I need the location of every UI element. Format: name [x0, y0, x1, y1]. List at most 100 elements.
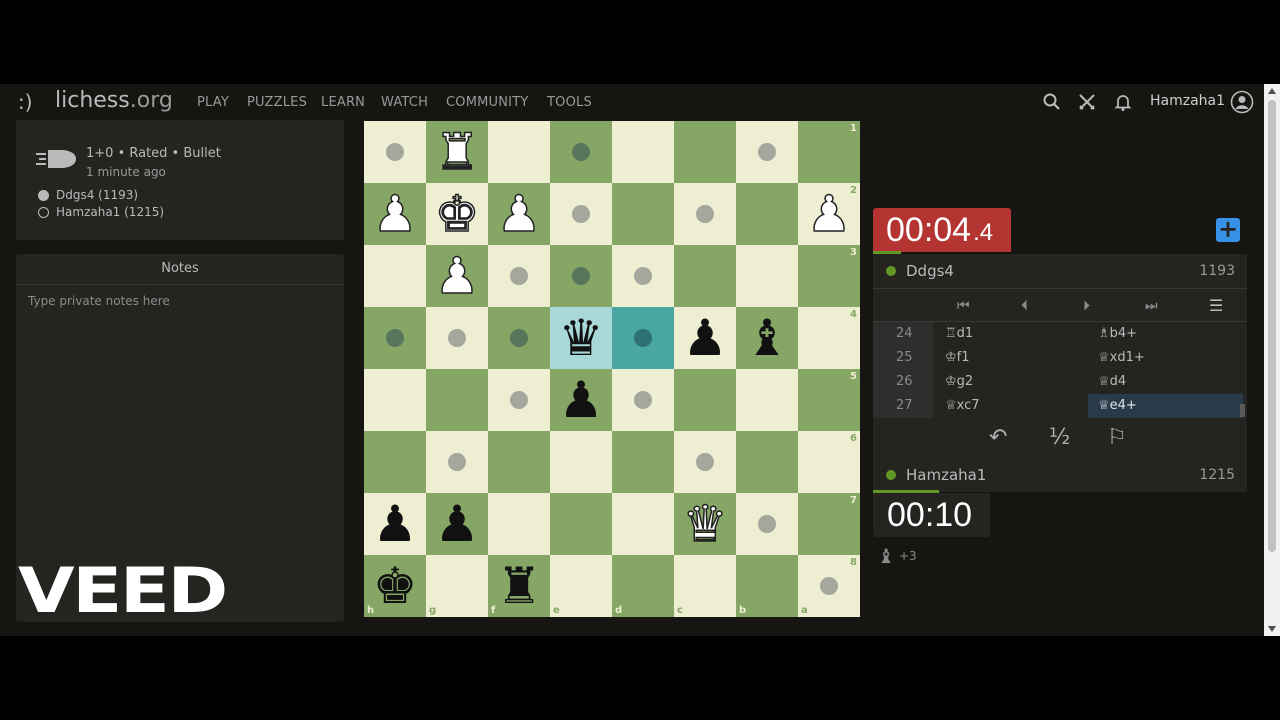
black-king[interactable]: ♚: [364, 555, 426, 617]
square-c4[interactable]: ♟: [674, 307, 736, 369]
white-move[interactable]: ♔g2: [935, 370, 1085, 394]
chess-board[interactable]: ♜ 1 ♟ ♚ ♟ 2 ♟ ♟ 3 ♛ ♟ ♝ 4 ♟ 5 6 ♟ ♟ ♛ 7 h ♚ g f ♜ e d c b 8 a: [364, 121, 860, 617]
move-hint-dot[interactable]: [634, 267, 652, 285]
square-a2[interactable]: 2 ♟: [798, 183, 860, 245]
game-player-white[interactable]: Hamzaha1 (1215): [38, 205, 164, 219]
site-logo-icon[interactable]: :): [18, 90, 33, 114]
notes-textarea[interactable]: Type private notes here: [28, 294, 170, 308]
square-d2[interactable]: [612, 183, 674, 245]
square-b5[interactable]: [736, 369, 798, 431]
move-hint-dot[interactable]: [572, 205, 590, 223]
offer-draw-button[interactable]: ½: [1049, 425, 1070, 450]
move-hint-dot[interactable]: [448, 453, 466, 471]
white-pawn[interactable]: ♟: [426, 245, 488, 307]
black-move[interactable]: ♕d4: [1088, 370, 1243, 394]
nav-puzzles[interactable]: PUZZLES: [247, 95, 307, 110]
scrollbar-thumb[interactable]: [1268, 100, 1276, 552]
square-e3[interactable]: [550, 245, 612, 307]
square-d6[interactable]: [612, 431, 674, 493]
move-hint-dot[interactable]: [510, 329, 528, 347]
square-d1[interactable]: [612, 121, 674, 183]
black-pawn[interactable]: ♟: [674, 307, 736, 369]
square-h2[interactable]: ♟: [364, 183, 426, 245]
page-scrollbar[interactable]: [1264, 84, 1280, 636]
move-hint-dot[interactable]: [820, 577, 838, 595]
black-pawn[interactable]: ♟: [550, 369, 612, 431]
prev-move-icon[interactable]: ⏴: [1021, 298, 1028, 314]
square-g3[interactable]: ♟: [426, 245, 488, 307]
add-time-button[interactable]: +: [1216, 217, 1240, 242]
square-a7[interactable]: 7: [798, 493, 860, 555]
square-a5[interactable]: 5: [798, 369, 860, 431]
move-hint-dot[interactable]: [634, 391, 652, 409]
square-b6[interactable]: [736, 431, 798, 493]
move-hint-dot[interactable]: [634, 329, 652, 347]
square-f1[interactable]: [488, 121, 550, 183]
player-name[interactable]: Hamzaha1: [906, 466, 986, 484]
first-move-icon[interactable]: ⏮: [957, 298, 970, 314]
resign-flag-icon[interactable]: ⚐: [1107, 425, 1127, 450]
square-e8[interactable]: e: [550, 555, 612, 617]
move-hint-dot[interactable]: [386, 143, 404, 161]
square-b4[interactable]: ♝: [736, 307, 798, 369]
white-move[interactable]: ♕xc7: [935, 394, 1085, 418]
square-f7[interactable]: [488, 493, 550, 555]
white-pawn[interactable]: ♟: [798, 183, 860, 245]
square-f6[interactable]: [488, 431, 550, 493]
black-rook[interactable]: ♜: [488, 555, 550, 617]
challenge-swords-icon[interactable]: [1077, 92, 1097, 112]
scroll-up-icon[interactable]: [1268, 88, 1276, 94]
nav-play[interactable]: PLAY: [197, 95, 229, 110]
square-e2[interactable]: [550, 183, 612, 245]
move-hint-dot[interactable]: [386, 329, 404, 347]
square-f5[interactable]: [488, 369, 550, 431]
next-move-icon[interactable]: ⏵: [1083, 298, 1090, 314]
white-king[interactable]: ♚: [426, 183, 488, 245]
square-g7[interactable]: ♟: [426, 493, 488, 555]
square-h7[interactable]: ♟: [364, 493, 426, 555]
game-player-black[interactable]: Ddgs4 (1193): [38, 188, 138, 202]
square-b1[interactable]: [736, 121, 798, 183]
square-a3[interactable]: 3: [798, 245, 860, 307]
square-g6[interactable]: [426, 431, 488, 493]
square-a4[interactable]: 4: [798, 307, 860, 369]
scroll-down-icon[interactable]: [1268, 626, 1276, 632]
move-hint-dot[interactable]: [758, 515, 776, 533]
square-b8[interactable]: b: [736, 555, 798, 617]
opponent-name[interactable]: Ddgs4: [906, 262, 954, 280]
move-hint-dot[interactable]: [448, 329, 466, 347]
square-f3[interactable]: [488, 245, 550, 307]
last-move-icon[interactable]: ⏭: [1145, 298, 1158, 314]
move-hint-dot[interactable]: [572, 143, 590, 161]
nav-learn[interactable]: LEARN: [321, 95, 365, 110]
square-d4[interactable]: [612, 307, 674, 369]
black-move[interactable]: ♕xd1+: [1088, 346, 1243, 370]
square-g1[interactable]: ♜: [426, 121, 488, 183]
square-d7[interactable]: [612, 493, 674, 555]
square-c5[interactable]: [674, 369, 736, 431]
square-e4[interactable]: ♛: [550, 307, 612, 369]
square-d3[interactable]: [612, 245, 674, 307]
square-g5[interactable]: [426, 369, 488, 431]
square-h8[interactable]: h ♚: [364, 555, 426, 617]
nav-community[interactable]: COMMUNITY: [446, 95, 529, 110]
square-f4[interactable]: [488, 307, 550, 369]
square-h1[interactable]: [364, 121, 426, 183]
move-list-scrollbar[interactable]: [1240, 404, 1245, 417]
square-e5[interactable]: ♟: [550, 369, 612, 431]
move-hint-dot[interactable]: [758, 143, 776, 161]
square-e7[interactable]: [550, 493, 612, 555]
square-b3[interactable]: [736, 245, 798, 307]
user-menu[interactable]: Hamzaha1: [1150, 93, 1225, 109]
square-e1[interactable]: [550, 121, 612, 183]
move-hint-dot[interactable]: [696, 453, 714, 471]
move-hint-dot[interactable]: [572, 267, 590, 285]
square-g2[interactable]: ♚: [426, 183, 488, 245]
square-h6[interactable]: [364, 431, 426, 493]
square-h4[interactable]: [364, 307, 426, 369]
white-rook[interactable]: ♜: [426, 121, 488, 183]
square-a1[interactable]: 1: [798, 121, 860, 183]
square-h3[interactable]: [364, 245, 426, 307]
site-logo[interactable]: lichess.org: [55, 88, 173, 113]
white-move[interactable]: ♔f1: [935, 346, 1085, 370]
